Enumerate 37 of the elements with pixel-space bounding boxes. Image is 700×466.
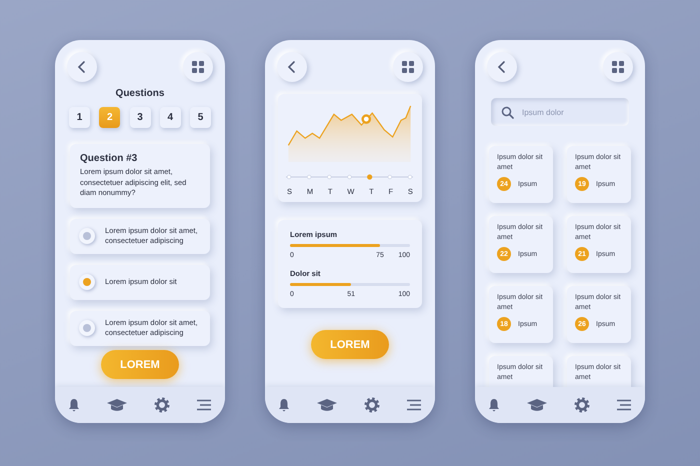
- chevron-left-icon: [77, 60, 87, 74]
- graduation-cap-icon[interactable]: [316, 398, 338, 412]
- menu-icon[interactable]: [616, 399, 632, 411]
- menu-icon[interactable]: [196, 399, 212, 411]
- grid-menu-button[interactable]: [393, 52, 423, 82]
- question-number-tab[interactable]: 4: [160, 107, 181, 128]
- gear-icon[interactable]: [154, 397, 170, 413]
- question-number-tab[interactable]: 1: [69, 107, 90, 128]
- bell-icon[interactable]: [278, 398, 290, 412]
- chevron-left-icon: [497, 60, 507, 74]
- question-heading: Question #3: [80, 153, 138, 164]
- bell-icon[interactable]: [488, 398, 500, 412]
- bell-icon[interactable]: [68, 398, 80, 412]
- grid-menu-button[interactable]: [603, 52, 633, 82]
- back-button[interactable]: [487, 52, 517, 82]
- chevron-left-icon: [287, 60, 297, 74]
- menu-icon[interactable]: [406, 399, 422, 411]
- graduation-cap-icon[interactable]: [526, 398, 548, 412]
- gear-icon[interactable]: [574, 397, 590, 413]
- screen-title: Questions: [114, 88, 166, 99]
- grid-icon: [191, 60, 205, 74]
- back-button[interactable]: [277, 52, 307, 82]
- graduation-cap-icon[interactable]: [106, 398, 128, 412]
- search-field[interactable]: Ipsum dolor: [491, 98, 629, 126]
- radio-button[interactable]: [79, 274, 95, 290]
- grid-icon: [611, 60, 625, 74]
- radio-button[interactable]: [79, 228, 95, 244]
- search-icon: [501, 106, 514, 119]
- grid-icon: [401, 60, 415, 74]
- question-number-tab[interactable]: 5: [190, 107, 211, 128]
- slider-track[interactable]: [290, 283, 410, 286]
- question-number-tab[interactable]: 3: [130, 107, 150, 128]
- radio-button[interactable]: [79, 320, 95, 336]
- back-button[interactable]: [67, 52, 97, 82]
- slider-track[interactable]: [290, 244, 410, 247]
- gear-icon[interactable]: [364, 397, 380, 413]
- grid-menu-button[interactable]: [183, 52, 213, 82]
